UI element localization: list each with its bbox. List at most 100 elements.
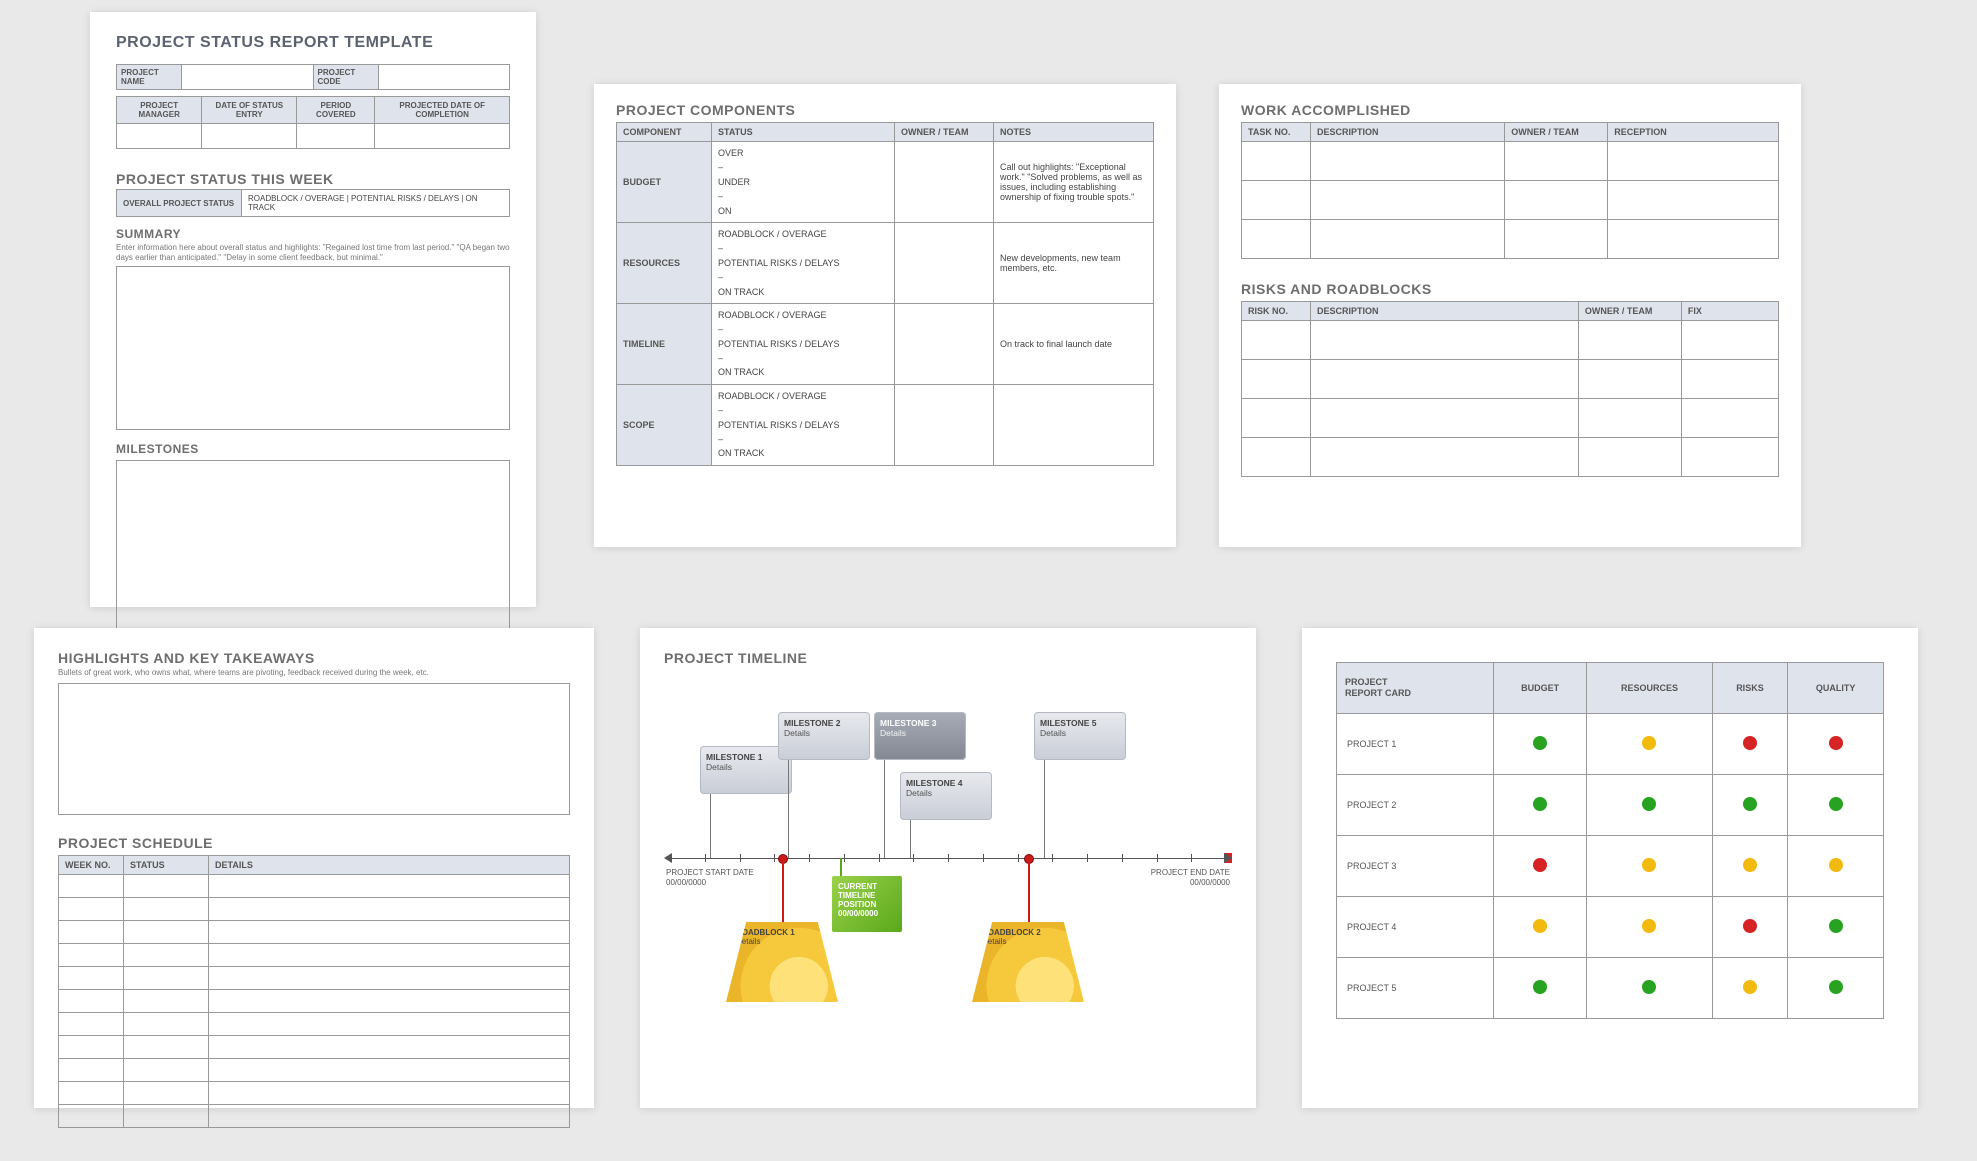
cell[interactable] [59, 898, 124, 921]
row-resources-notes[interactable]: New developments, new team members, etc. [994, 222, 1154, 303]
cell[interactable] [209, 1013, 570, 1036]
cell[interactable] [209, 1059, 570, 1082]
cell[interactable] [59, 1036, 124, 1059]
cell[interactable] [1578, 438, 1681, 477]
cell[interactable] [1681, 399, 1778, 438]
cell[interactable] [209, 990, 570, 1013]
cell[interactable] [209, 1082, 570, 1105]
cell[interactable] [375, 124, 510, 149]
milestones-text-box[interactable] [116, 460, 510, 637]
cell[interactable] [1505, 220, 1608, 259]
cell[interactable] [117, 124, 202, 149]
table-row: PROJECT 3 [1337, 835, 1884, 896]
row-scope-notes[interactable] [994, 384, 1154, 465]
milestone-connector [910, 820, 911, 858]
cell[interactable] [1505, 142, 1608, 181]
row-resources-owner[interactable] [895, 222, 994, 303]
cell[interactable] [1608, 220, 1779, 259]
cell[interactable] [124, 1013, 209, 1036]
cell[interactable] [209, 944, 570, 967]
row-budget-status[interactable]: OVER – UNDER – ON [712, 142, 895, 223]
milestone-box[interactable]: MILESTONE 3Details [874, 712, 966, 760]
cell[interactable] [59, 1059, 124, 1082]
cell[interactable] [1311, 438, 1579, 477]
cell[interactable] [124, 1059, 209, 1082]
cell[interactable] [1311, 360, 1579, 399]
cell[interactable] [59, 1013, 124, 1036]
cell[interactable] [1242, 220, 1311, 259]
row-timeline-owner[interactable] [895, 303, 994, 384]
highlights-text-box[interactable] [58, 683, 570, 815]
table-row: BUDGET OVER – UNDER – ON Call out highli… [617, 142, 1154, 223]
cell[interactable] [1311, 321, 1579, 360]
cell[interactable] [124, 1036, 209, 1059]
cell[interactable] [209, 1036, 570, 1059]
table-row: PROJECT 5 [1337, 957, 1884, 1018]
cell[interactable] [1578, 360, 1681, 399]
cell[interactable] [1505, 181, 1608, 220]
cell[interactable] [209, 875, 570, 898]
cell[interactable] [1681, 321, 1778, 360]
cell[interactable] [1242, 142, 1311, 181]
cell[interactable] [1242, 181, 1311, 220]
cell[interactable] [1242, 438, 1311, 477]
th-report-card: PROJECT REPORT CARD [1337, 663, 1494, 714]
cell[interactable] [59, 1082, 124, 1105]
milestone-box[interactable]: MILESTONE 5Details [1034, 712, 1126, 760]
cell[interactable] [1578, 321, 1681, 360]
cell[interactable] [124, 967, 209, 990]
row-scope-owner[interactable] [895, 384, 994, 465]
row-resources-status[interactable]: ROADBLOCK / OVERAGE – POTENTIAL RISKS / … [712, 222, 895, 303]
milestone-box[interactable]: MILESTONE 2Details [778, 712, 870, 760]
cell[interactable] [1681, 438, 1778, 477]
summary-text-box[interactable] [116, 266, 510, 430]
roadblock-box[interactable]: ROADBLOCK 1Details [726, 922, 838, 1002]
cell[interactable] [59, 1105, 124, 1128]
milestone-box[interactable]: MILESTONE 4Details [900, 772, 992, 820]
cell[interactable] [202, 124, 297, 149]
cell[interactable] [1578, 399, 1681, 438]
roadblock-box[interactable]: ROADBLOCK 2Details [972, 922, 1084, 1002]
value-project-code[interactable] [379, 65, 510, 89]
cell[interactable] [1311, 142, 1505, 181]
cell[interactable] [1242, 399, 1311, 438]
cell[interactable] [1608, 181, 1779, 220]
card-project-status-report: PROJECT STATUS REPORT TEMPLATE PROJECT N… [90, 12, 536, 607]
tick-mark [879, 854, 880, 862]
cell[interactable] [124, 898, 209, 921]
cell[interactable] [1608, 142, 1779, 181]
cell[interactable] [1242, 321, 1311, 360]
cell-overall-status-options[interactable]: ROADBLOCK / OVERAGE | POTENTIAL RISKS / … [242, 190, 510, 217]
current-position-box[interactable]: CURRENTTIMELINEPOSITION00/00/0000 [832, 876, 902, 932]
cell[interactable] [124, 944, 209, 967]
cell[interactable] [1311, 220, 1505, 259]
cell[interactable] [209, 967, 570, 990]
value-project-name[interactable] [182, 65, 313, 89]
row-timeline-status[interactable]: ROADBLOCK / OVERAGE – POTENTIAL RISKS / … [712, 303, 895, 384]
cell[interactable] [209, 898, 570, 921]
cell[interactable] [59, 990, 124, 1013]
cell[interactable] [124, 1082, 209, 1105]
cell[interactable] [1311, 181, 1505, 220]
cell[interactable] [59, 967, 124, 990]
cell[interactable] [297, 124, 375, 149]
row-budget-owner[interactable] [895, 142, 994, 223]
cell[interactable] [209, 921, 570, 944]
row-scope-status[interactable]: ROADBLOCK / OVERAGE – POTENTIAL RISKS / … [712, 384, 895, 465]
row-budget-notes[interactable]: Call out highlights: "Exceptional work."… [994, 142, 1154, 223]
status-dot-icon [1533, 736, 1547, 750]
row-timeline-notes[interactable]: On track to final launch date [994, 303, 1154, 384]
cell[interactable] [124, 990, 209, 1013]
cell[interactable] [1242, 360, 1311, 399]
cell[interactable] [59, 875, 124, 898]
cell[interactable] [1681, 360, 1778, 399]
cell[interactable] [59, 944, 124, 967]
cell[interactable] [1311, 399, 1579, 438]
cell[interactable] [59, 921, 124, 944]
tick-mark [913, 854, 914, 862]
cell[interactable] [124, 1105, 209, 1128]
schedule-table: WEEK NO. STATUS DETAILS [58, 855, 570, 1128]
cell[interactable] [124, 921, 209, 944]
cell[interactable] [124, 875, 209, 898]
cell[interactable] [209, 1105, 570, 1128]
